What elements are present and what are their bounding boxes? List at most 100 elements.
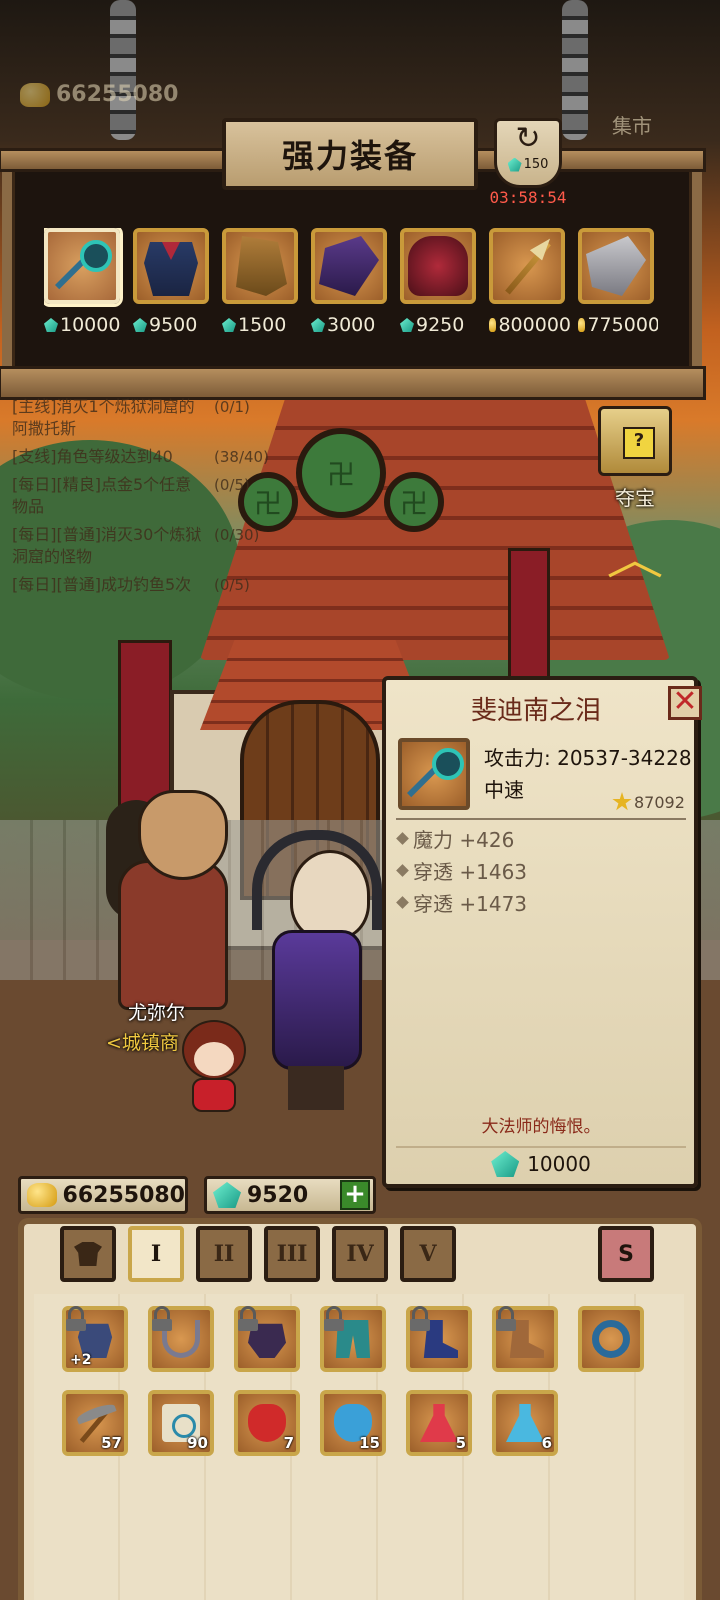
potion-red-icon xyxy=(248,1404,286,1442)
shop-item[interactable]: 10000 xyxy=(44,228,126,346)
buy-button[interactable]: 10000 xyxy=(396,1146,686,1180)
sort-button[interactable]: S xyxy=(598,1226,654,1282)
shop-item[interactable]: 800000 xyxy=(489,228,571,346)
item-detail-panel: 斐迪南之泪 ✕ 攻击力: 20537-34228 中速 87092 魔力 +42… xyxy=(382,676,702,1188)
inventory-slot[interactable] xyxy=(492,1306,558,1372)
plate-glove-icon xyxy=(586,236,646,296)
top-gold-amount: 66255080 xyxy=(56,82,179,107)
hero-face xyxy=(194,1042,234,1076)
treasure-chest-icon xyxy=(598,406,672,476)
shop-item-price: 800000 xyxy=(489,314,571,336)
gem-icon xyxy=(222,318,236,332)
gem-icon xyxy=(491,1151,520,1177)
inventory-slot[interactable]: 6 xyxy=(492,1390,558,1456)
gauntlet-icon xyxy=(236,236,287,296)
star-icon xyxy=(612,792,632,811)
item-count: 90 xyxy=(187,1434,208,1452)
inventory-slot[interactable]: +2 xyxy=(62,1306,128,1372)
quest-text: [支线]角色等级达到40 xyxy=(12,447,173,466)
inventory-slot[interactable] xyxy=(406,1306,472,1372)
shop-item[interactable]: 775000 xyxy=(578,228,658,346)
bullet-diamond-icon xyxy=(396,832,409,845)
inventory-slot[interactable] xyxy=(578,1306,644,1372)
shop-item[interactable]: 9250 xyxy=(400,228,482,346)
price-value: 800000 xyxy=(498,314,571,336)
shop-item-price: 10000 xyxy=(44,314,126,336)
npc-head xyxy=(138,790,228,880)
treasure-button[interactable]: 夺宝 xyxy=(592,406,678,511)
shirt-icon xyxy=(74,1242,102,1266)
lock-icon xyxy=(410,1306,430,1331)
price-value: 9500 xyxy=(149,314,198,336)
shop-board-beam xyxy=(0,366,706,400)
quest-text: [每日][普通]消灭30个炼狱洞窟的怪物 xyxy=(12,525,202,566)
quest-tracker[interactable]: [主线]消灭1个烁狱洞窟的阿撒托斯 (0/1) [支线]角色等级达到40 (38… xyxy=(12,396,269,602)
shop-item-price: 9250 xyxy=(400,314,482,336)
quest-progress: (0/5) xyxy=(214,576,250,594)
lock-icon xyxy=(66,1306,86,1331)
quest-item[interactable]: [每日][普通]成功钓鱼5次 (0/5) xyxy=(12,574,262,596)
quest-item[interactable]: [每日][普通]消灭30个炼狱洞窟的怪物 (0/30) xyxy=(12,524,262,568)
inventory-slot[interactable]: 57 xyxy=(62,1390,128,1456)
shop-item-price: 775000 xyxy=(578,314,658,336)
shop-item[interactable]: 1500 xyxy=(222,228,304,346)
inventory-slot[interactable] xyxy=(234,1306,300,1372)
treasure-label: 夺宝 xyxy=(615,486,655,510)
refresh-cost-value: 150 xyxy=(523,157,549,172)
inventory-slot[interactable] xyxy=(320,1306,386,1372)
tab-page-5[interactable]: V xyxy=(400,1226,456,1282)
item-score-value: 87092 xyxy=(634,792,685,812)
item-flavor-text: 大法师的悔恨。 xyxy=(481,1117,601,1137)
shop-item-slot xyxy=(489,228,565,304)
tab-page-4[interactable]: IV xyxy=(332,1226,388,1282)
tab-page-1[interactable]: I xyxy=(128,1226,184,1282)
shop-item[interactable]: 9500 xyxy=(133,228,215,346)
quest-item[interactable]: [每日][精良]点金5个任意物品 (0/5) xyxy=(12,474,262,518)
market-label[interactable]: 集市 xyxy=(612,110,652,139)
player-character[interactable] xyxy=(176,1020,252,1112)
shop-item[interactable]: 3000 xyxy=(311,228,393,346)
knight-legs xyxy=(288,1066,344,1110)
item-count: 7 xyxy=(283,1434,294,1452)
item-count: 6 xyxy=(541,1434,552,1452)
inventory-slot[interactable]: 90 xyxy=(148,1390,214,1456)
buy-price: 10000 xyxy=(527,1152,591,1176)
item-count: 15 xyxy=(359,1434,380,1452)
chain xyxy=(562,0,588,140)
quest-progress: (0/1) xyxy=(214,398,250,416)
inventory-slot[interactable] xyxy=(148,1306,214,1372)
staff-icon xyxy=(404,744,464,804)
add-gems-button[interactable]: + xyxy=(340,1180,370,1210)
refresh-icon: ↻ xyxy=(515,121,541,156)
quest-text: [主线]消灭1个烁狱洞窟的阿撒托斯 xyxy=(12,397,195,438)
lock-icon xyxy=(238,1306,258,1331)
chevron-up-icon[interactable]: ︿ xyxy=(587,538,683,582)
close-icon[interactable]: ✕ xyxy=(668,686,702,720)
inventory-slot[interactable]: 15 xyxy=(320,1390,386,1456)
shoulder-armor-icon xyxy=(408,236,468,296)
npc-merchant[interactable] xyxy=(98,780,248,1010)
gold-coin-icon xyxy=(20,82,50,107)
item-score: 87092 xyxy=(612,792,685,812)
shop-title: 强力装备 xyxy=(222,118,478,190)
quest-item[interactable]: [支线]角色等级达到40 (38/40) xyxy=(12,446,269,468)
price-value: 1500 xyxy=(238,314,287,336)
price-value: 775000 xyxy=(587,314,658,336)
refresh-button[interactable]: ↻ 150 xyxy=(494,118,562,188)
price-value: 3000 xyxy=(327,314,376,336)
tab-equipment[interactable] xyxy=(60,1226,116,1282)
top-gold-display: 66255080 xyxy=(20,82,178,107)
lock-icon xyxy=(152,1306,172,1331)
inventory-slot[interactable]: 7 xyxy=(234,1390,300,1456)
quest-text: [每日][普通]成功钓鱼5次 xyxy=(12,575,192,594)
quest-item[interactable]: [主线]消灭1个烁狱洞窟的阿撒托斯 (0/1) xyxy=(12,396,262,440)
tab-page-2[interactable]: II xyxy=(196,1226,252,1282)
inventory-slot[interactable]: 5 xyxy=(406,1390,472,1456)
gem-icon xyxy=(213,1182,241,1208)
bullet-diamond-icon xyxy=(396,864,409,877)
gem-icon xyxy=(507,157,522,172)
shop-item-price: 9500 xyxy=(133,314,215,336)
tab-page-3[interactable]: III xyxy=(264,1226,320,1282)
gem-amount: 9520 xyxy=(247,1182,309,1208)
knight-character[interactable] xyxy=(252,830,382,1110)
